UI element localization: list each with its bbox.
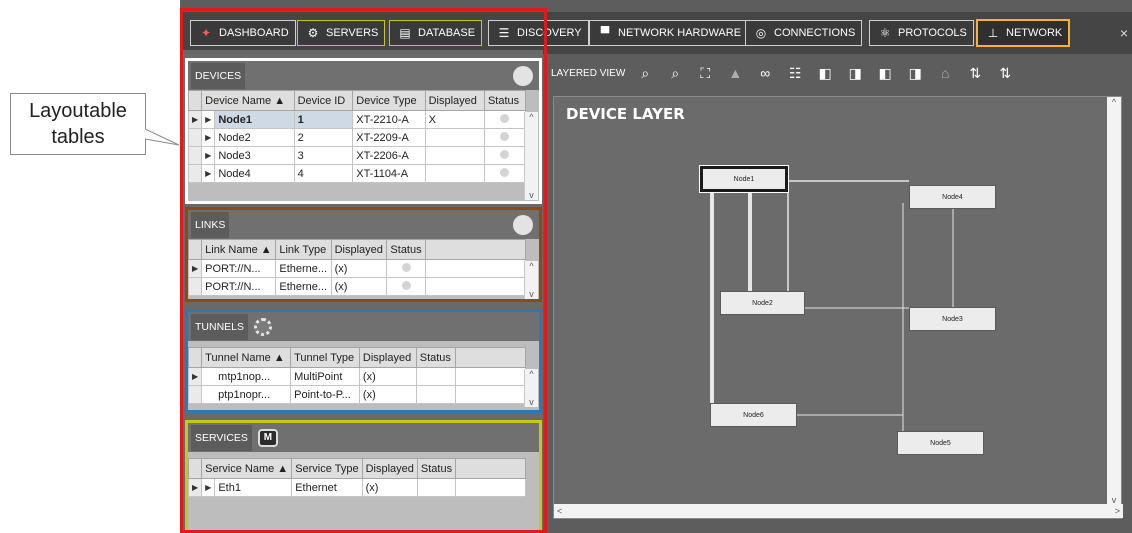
scroll-right-icon[interactable]: > xyxy=(1115,506,1120,516)
zoom-in-icon[interactable]: ⌕ xyxy=(635,63,655,83)
callout-text: Layoutable tables xyxy=(10,93,146,155)
diagram-canvas[interactable]: DEVICE LAYER Node1 Node4 Node2 Node3 Nod… xyxy=(553,96,1123,519)
tab-label: NETWORK HARDWARE xyxy=(618,27,742,39)
tab-label: PROTOCOLS xyxy=(898,27,967,39)
image-icon[interactable]: ▲ xyxy=(725,63,745,83)
layered-view-panel: LAYERED VIEW ⌕ ⌕ ⛶ ▲ ∞ ☷ ◧ ◨ ◧ ◨ ⌂ ⇅ ⇅ D… xyxy=(547,54,1132,533)
callout: Layoutable tables xyxy=(0,93,180,159)
hardware-icon: ▀ xyxy=(600,26,610,40)
canvas-vertical-scrollbar[interactable]: ^ v xyxy=(1107,97,1121,505)
group-icon[interactable]: ◧ xyxy=(875,63,895,83)
callout-pointer xyxy=(145,128,180,146)
front-icon[interactable]: ◧ xyxy=(815,63,835,83)
diagram-node[interactable]: Node2 xyxy=(720,291,805,315)
protocols-icon: ⚛ xyxy=(879,26,891,40)
diagram-node[interactable]: Node6 xyxy=(710,403,797,427)
zoom-out-icon[interactable]: ⌕ xyxy=(665,63,685,83)
tree-icon[interactable]: ⌂ xyxy=(935,63,955,83)
layered-view-label: LAYERED VIEW xyxy=(551,67,626,79)
highlight-frame xyxy=(180,8,547,533)
down-n-icon[interactable]: ⇅ xyxy=(995,63,1015,83)
connections-icon: ◎ xyxy=(755,26,767,40)
scroll-up-icon[interactable]: ^ xyxy=(1112,97,1116,107)
tab-label: CONNECTIONS xyxy=(774,27,856,39)
arrange-icon[interactable]: ☷ xyxy=(785,63,805,83)
canvas-horizontal-scrollbar[interactable]: < > xyxy=(554,504,1123,518)
scroll-left-icon[interactable]: < xyxy=(557,506,562,516)
ungroup-icon[interactable]: ◨ xyxy=(905,63,925,83)
tab-connections[interactable]: ◎ CONNECTIONS xyxy=(745,20,863,46)
tab-network[interactable]: ⊥ NETWORK xyxy=(976,19,1071,47)
link-icon[interactable]: ∞ xyxy=(755,63,775,83)
network-icon: ⊥ xyxy=(987,26,999,40)
tab-protocols[interactable]: ⚛ PROTOCOLS xyxy=(869,20,974,46)
connections-svg xyxy=(710,180,954,443)
tab-label: NETWORK xyxy=(1006,27,1063,39)
back-icon[interactable]: ◨ xyxy=(845,63,865,83)
close-icon[interactable]: × xyxy=(1120,25,1128,41)
up-p-icon[interactable]: ⇅ xyxy=(965,63,985,83)
application-window: ✦ DASHBOARD ⚙ SERVERS ▤ DATABASE ☰ DISCO… xyxy=(180,0,1132,533)
diagram-node[interactable]: Node5 xyxy=(897,431,984,455)
diagram-node[interactable]: Node1 xyxy=(699,165,789,193)
layered-view-toolbar: LAYERED VIEW ⌕ ⌕ ⛶ ▲ ∞ ☷ ◧ ◨ ◧ ◨ ⌂ ⇅ ⇅ xyxy=(547,58,1132,88)
diagram-node[interactable]: Node3 xyxy=(909,307,996,331)
fit-icon[interactable]: ⛶ xyxy=(695,63,715,83)
tab-network-hardware[interactable]: ▀ NETWORK HARDWARE xyxy=(589,20,749,46)
diagram-node[interactable]: Node4 xyxy=(909,185,996,209)
